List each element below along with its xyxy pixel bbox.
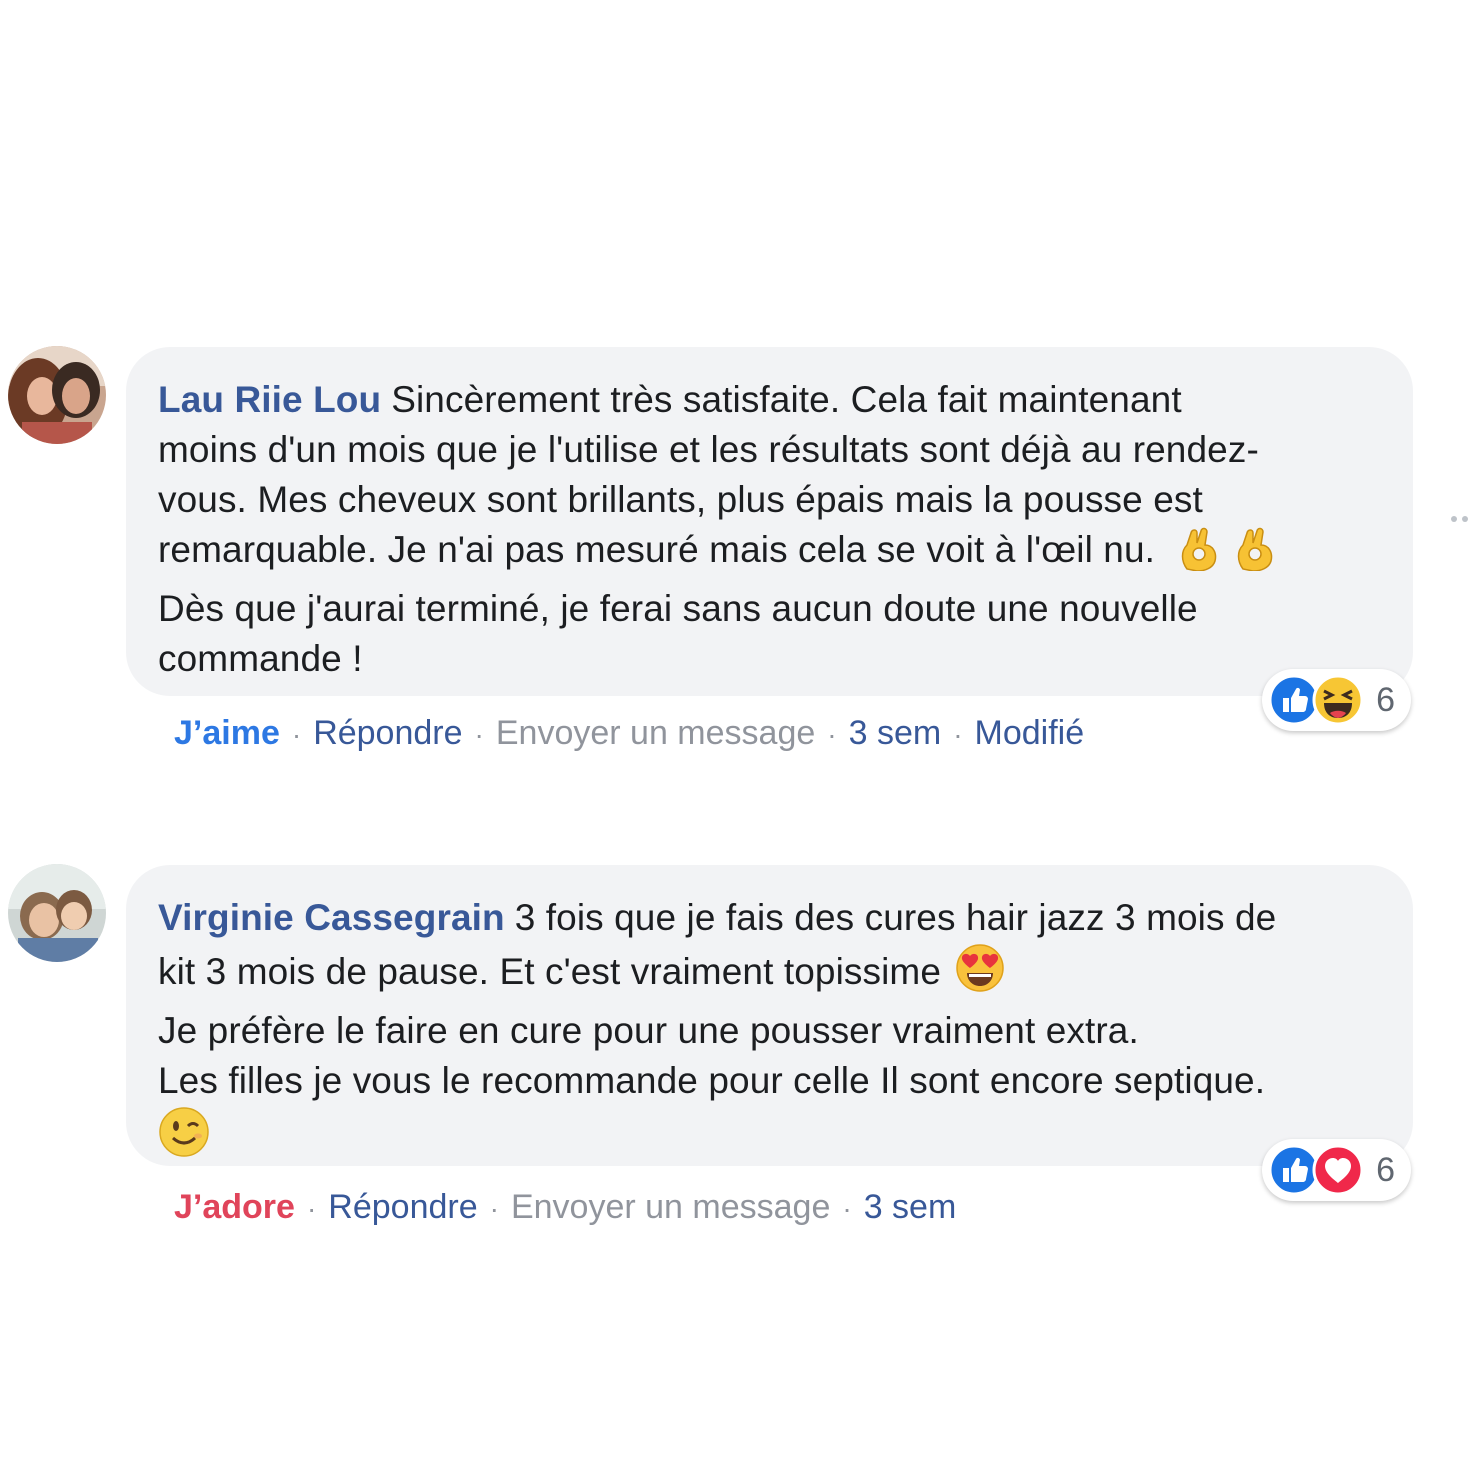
comment-text-line: kit 3 mois de pause. Et c'est vraiment t… (158, 951, 942, 992)
avatar[interactable] (8, 864, 106, 962)
comment-actions: J’aime · Répondre · Envoyer un message · 3 sem… (174, 714, 1084, 753)
timestamp[interactable]: 3 sem (849, 714, 942, 752)
comment-text-line: Sincèrement très satisfaite. Cela fait m… (391, 379, 1182, 420)
edited-label[interactable]: Modifié (975, 714, 1085, 752)
send-message-button[interactable]: Envoyer un message (511, 1188, 830, 1226)
comment-text-line: commande ! (158, 638, 363, 679)
avatar[interactable] (8, 346, 106, 444)
separator: · (489, 1193, 499, 1224)
separator: · (953, 719, 963, 750)
separator: · (306, 1193, 317, 1224)
author-name[interactable]: Lau Riie Lou (158, 379, 381, 420)
haha-icon (1312, 674, 1364, 726)
comment-bubble: Virginie Cassegrain 3 fois que je fais de… (126, 865, 1413, 1166)
separator: · (474, 719, 484, 750)
comment-text-line: Je préfère le faire en cure pour une pou… (158, 1010, 1139, 1051)
heart-eyes-icon (955, 943, 1005, 1006)
send-message-button[interactable]: Envoyer un message (496, 714, 815, 752)
love-icon (1312, 1144, 1364, 1196)
comment-text-line: vous. Mes cheveux sont brillants, plus é… (158, 479, 1203, 520)
comment-bubble: Lau Riie Lou Sincèrement très satisfaite.… (126, 347, 1413, 696)
reactions-summary[interactable]: 6 (1262, 669, 1411, 731)
more-options-icon[interactable] (1450, 512, 1470, 526)
comment-text-line: Dès que j'aurai terminé, je ferai sans a… (158, 588, 1198, 629)
separator: · (827, 719, 837, 750)
wink-icon (158, 1106, 210, 1171)
love-button[interactable]: J’adore (174, 1188, 295, 1226)
comment-text-line: Les filles je vous le recommande pour ce… (158, 1060, 1266, 1101)
reply-button[interactable]: Répondre (313, 714, 462, 752)
comment-text-line: moins d'un mois que je l'utilise et les … (158, 429, 1259, 470)
comment-actions: J’adore · Répondre · Envoyer un message · 3 se… (174, 1188, 956, 1227)
author-name[interactable]: Virginie Cassegrain (158, 897, 505, 938)
reaction-count: 6 (1376, 680, 1395, 719)
separator: · (291, 719, 302, 750)
ok-hand-icon (1235, 527, 1275, 584)
reaction-count: 6 (1376, 1150, 1395, 1189)
comment-text-line: 3 fois que je fais des cures hair jazz 3… (514, 897, 1277, 938)
timestamp[interactable]: 3 sem (864, 1188, 957, 1226)
reply-button[interactable]: Répondre (328, 1188, 477, 1226)
like-button[interactable]: J’aime (174, 714, 280, 752)
separator: · (842, 1193, 852, 1224)
ok-hand-icon (1179, 527, 1219, 584)
comment-text-line: remarquable. Je n'ai pas mesuré mais cel… (158, 529, 1156, 570)
reactions-summary[interactable]: 6 (1262, 1139, 1411, 1201)
